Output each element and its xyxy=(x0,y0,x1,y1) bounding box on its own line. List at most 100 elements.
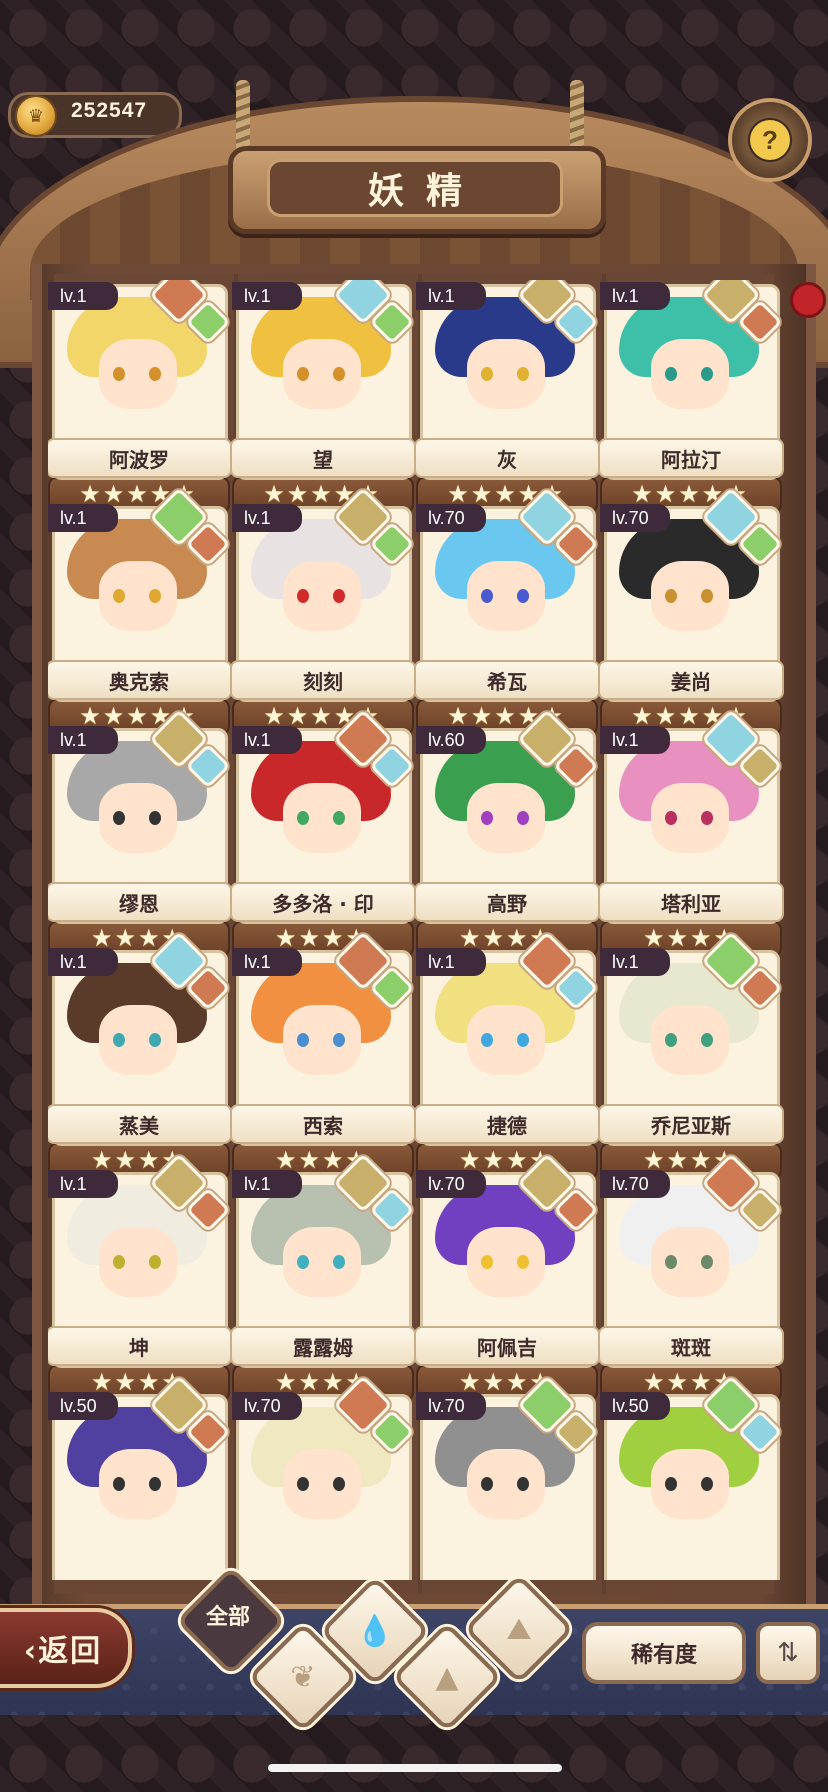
fairy-card[interactable]: lv.50 xyxy=(600,1375,783,1580)
level-badge: lv.50 xyxy=(600,1392,670,1420)
level-badge: lv.1 xyxy=(48,504,118,532)
name-ribbon: 多多洛 · 印 xyxy=(230,882,416,922)
portrait-face xyxy=(467,339,545,409)
portrait-eye xyxy=(665,811,677,825)
fairy-card[interactable]: lv.1蒸美★★★★ xyxy=(48,931,232,1182)
portrait-eye xyxy=(297,367,309,381)
level-badge: lv.1 xyxy=(48,726,118,754)
fairy-card[interactable]: lv.70 xyxy=(232,1375,415,1580)
fairy-card[interactable]: lv.1乔尼亚斯★★★★ xyxy=(598,931,784,1182)
fairy-card[interactable]: lv.1多多洛 · 印★★★★ xyxy=(230,709,416,960)
help-button[interactable]: ? xyxy=(728,98,812,182)
fairy-card[interactable]: lv.1缪恩★★★★ xyxy=(48,709,232,960)
home-indicator[interactable] xyxy=(268,1764,562,1772)
fairy-card[interactable]: lv.1露露姆★★★★ xyxy=(230,1153,416,1404)
portrait-eye xyxy=(113,589,125,603)
question-icon: ? xyxy=(750,120,790,160)
name-ribbon: 刻刻 xyxy=(230,660,416,700)
portrait-face xyxy=(283,339,361,409)
fairy-name: 西索 xyxy=(303,1113,343,1138)
portrait-eye xyxy=(517,589,529,603)
fairy-name: 蒸美 xyxy=(119,1113,159,1138)
portrait-face xyxy=(651,561,729,631)
currency-value: 252547 xyxy=(71,99,148,122)
fairy-card[interactable]: lv.50 xyxy=(48,1375,231,1580)
fairy-name: 刻刻 xyxy=(303,669,343,694)
sort-order-button[interactable]: ⇅ xyxy=(756,1622,820,1684)
portrait-eye xyxy=(333,589,345,603)
fairy-card[interactable]: lv.1西索★★★★ xyxy=(230,931,416,1182)
name-ribbon: 捷德 xyxy=(414,1104,600,1144)
portrait-eye xyxy=(481,367,493,381)
portrait-eye xyxy=(113,1477,125,1491)
fairy-card[interactable]: lv.1坤★★★★ xyxy=(48,1153,232,1404)
portrait-face xyxy=(99,1449,177,1519)
fairy-card[interactable]: lv.70姜尚★★★★★ xyxy=(598,487,784,738)
portrait-face xyxy=(467,783,545,853)
back-button[interactable]: ‹返回 xyxy=(0,1608,132,1688)
level-badge: lv.1 xyxy=(600,282,670,310)
portrait-face xyxy=(99,783,177,853)
fairy-card[interactable]: lv.1阿波罗★★★★★ xyxy=(48,280,232,516)
level-badge: lv.1 xyxy=(600,726,670,754)
portrait-face xyxy=(467,1227,545,1297)
portrait-eye xyxy=(297,1255,309,1269)
fairy-card[interactable]: lv.70阿佩吉★★★★ xyxy=(414,1153,600,1404)
portrait-face xyxy=(651,1449,729,1519)
portrait-face xyxy=(99,1005,177,1075)
portrait-eye xyxy=(149,367,161,381)
level-badge: lv.1 xyxy=(48,1170,118,1198)
level-badge: lv.1 xyxy=(600,948,670,976)
portrait-eye xyxy=(701,1033,713,1047)
rarity-sort-button[interactable]: 稀有度 xyxy=(582,1622,746,1684)
fairy-card[interactable]: lv.1塔利亚★★★★ xyxy=(598,709,784,960)
fairy-name: 奥克索 xyxy=(109,669,169,694)
fairy-card[interactable]: lv.1捷德★★★★ xyxy=(414,931,600,1182)
portrait-eye xyxy=(333,811,345,825)
fairy-card[interactable]: lv.70 xyxy=(416,1375,599,1580)
name-ribbon: 乔尼亚斯 xyxy=(598,1104,784,1144)
fairy-card[interactable]: lv.70斑斑★★★★ xyxy=(598,1153,784,1404)
fairy-name: 灰 xyxy=(497,447,517,472)
portrait-eye xyxy=(517,811,529,825)
fairy-name: 塔利亚 xyxy=(661,891,721,916)
notification-badge xyxy=(790,282,826,318)
fairy-card[interactable]: lv.1阿拉汀★★★★★ xyxy=(598,280,784,516)
portrait-eye xyxy=(665,367,677,381)
portrait-eye xyxy=(149,811,161,825)
page-title: 妖精 xyxy=(367,171,484,212)
portrait-face xyxy=(467,1005,545,1075)
fairy-card[interactable]: lv.70希瓦★★★★★ xyxy=(414,487,600,738)
rarity-label: 稀有度 xyxy=(630,1643,697,1668)
name-ribbon: 蒸美 xyxy=(48,1104,232,1144)
fairy-card[interactable]: lv.1望★★★★★ xyxy=(230,280,416,516)
fairy-name: 姜尚 xyxy=(671,669,711,694)
portrait-eye xyxy=(701,367,713,381)
portrait-face xyxy=(99,339,177,409)
portrait-eye xyxy=(113,1033,125,1047)
portrait-eye xyxy=(481,1255,493,1269)
sort-icon: ⇅ xyxy=(777,1638,799,1668)
fairy-card[interactable]: lv.1刻刻★★★★★ xyxy=(230,487,416,738)
level-badge: lv.1 xyxy=(232,504,302,532)
portrait-eye xyxy=(333,367,345,381)
name-ribbon: 望 xyxy=(230,438,416,478)
fairy-card[interactable]: lv.60高野★★★★ xyxy=(414,709,600,960)
portrait-eye xyxy=(517,367,529,381)
water-icon: 💧 xyxy=(356,1613,394,1649)
fairy-card[interactable]: lv.1灰★★★★★ xyxy=(414,280,600,516)
portrait-face xyxy=(651,1005,729,1075)
name-ribbon: 灰 xyxy=(414,438,600,478)
portrait-face xyxy=(283,1005,361,1075)
name-ribbon: 阿拉汀 xyxy=(598,438,784,478)
portrait-eye xyxy=(113,811,125,825)
fairy-name: 阿佩吉 xyxy=(477,1335,537,1360)
portrait-eye xyxy=(517,1477,529,1491)
fairy-grid: lv.1阿波罗★★★★★lv.1望★★★★★lv.1灰★★★★★lv.1阿拉汀★… xyxy=(48,280,788,1580)
level-badge: lv.70 xyxy=(416,1170,486,1198)
portrait-face xyxy=(283,1227,361,1297)
fairy-card[interactable]: lv.1奥克索★★★★★ xyxy=(48,487,232,738)
portrait-face xyxy=(283,783,361,853)
level-badge: lv.1 xyxy=(232,1170,302,1198)
portrait-eye xyxy=(481,1033,493,1047)
